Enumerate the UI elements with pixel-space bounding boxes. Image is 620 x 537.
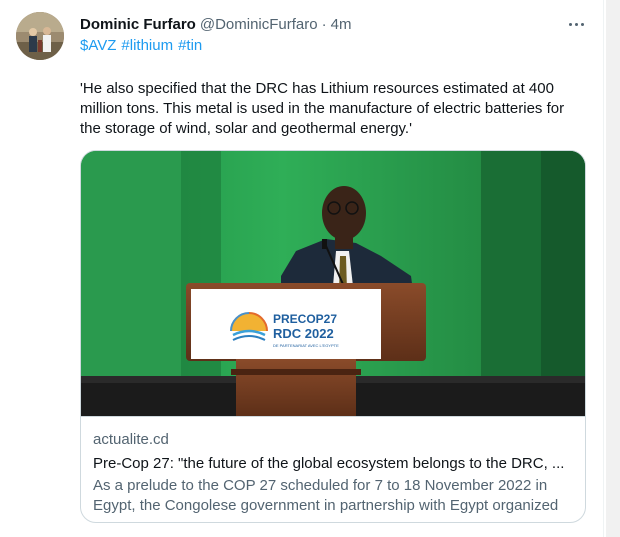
author-avatar[interactable] xyxy=(16,12,64,60)
tweet-text: 'He also specified that the DRC has Lith… xyxy=(80,80,565,137)
scrollbar-thumb[interactable] xyxy=(609,0,617,537)
tweet-article[interactable]: Dominic Furfaro @DominicFurfaro · 4m $AV… xyxy=(0,0,604,537)
card-description: As a prelude to the COP 27 scheduled for… xyxy=(93,477,559,522)
more-options-icon[interactable] xyxy=(562,12,590,36)
link-preview-card[interactable]: PRECOP27 RDC 2022 DE PARTENARIAT AVEC L'… xyxy=(80,150,586,523)
hashtag-line: $AVZ #lithium #tin xyxy=(80,37,207,54)
cashtag-avz[interactable]: $AVZ xyxy=(80,37,116,54)
podium-logo-tagline: DE PARTENARIAT AVEC L'EGYPTE xyxy=(273,343,339,348)
card-info[interactable]: actualite.cd Pre-Cop 27: "the future of … xyxy=(81,416,585,522)
podium-logo-line2: RDC 2022 xyxy=(273,326,334,341)
card-title: Pre-Cop 27: "the future of the global ec… xyxy=(93,455,565,472)
author-name[interactable]: Dominic Furfaro xyxy=(80,16,196,33)
card-domain: actualite.cd xyxy=(93,431,169,448)
hashtag-lithium[interactable]: #lithium xyxy=(121,37,173,54)
separator-dot: · xyxy=(321,15,327,33)
avatar-photo xyxy=(16,12,64,60)
speaker-at-podium-photo: PRECOP27 RDC 2022 DE PARTENARIAT AVEC L'… xyxy=(81,151,585,416)
tweet-timestamp[interactable]: 4m xyxy=(331,16,352,33)
hashtag-tin[interactable]: #tin xyxy=(178,37,202,54)
podium-logo-line1: PRECOP27 xyxy=(273,312,337,326)
page-scrollbar[interactable] xyxy=(606,0,620,537)
author-handle[interactable]: @DominicFurfaro xyxy=(200,16,318,33)
card-image[interactable]: PRECOP27 RDC 2022 DE PARTENARIAT AVEC L'… xyxy=(81,151,585,416)
tweet-header: Dominic Furfaro @DominicFurfaro · 4m xyxy=(80,14,351,34)
